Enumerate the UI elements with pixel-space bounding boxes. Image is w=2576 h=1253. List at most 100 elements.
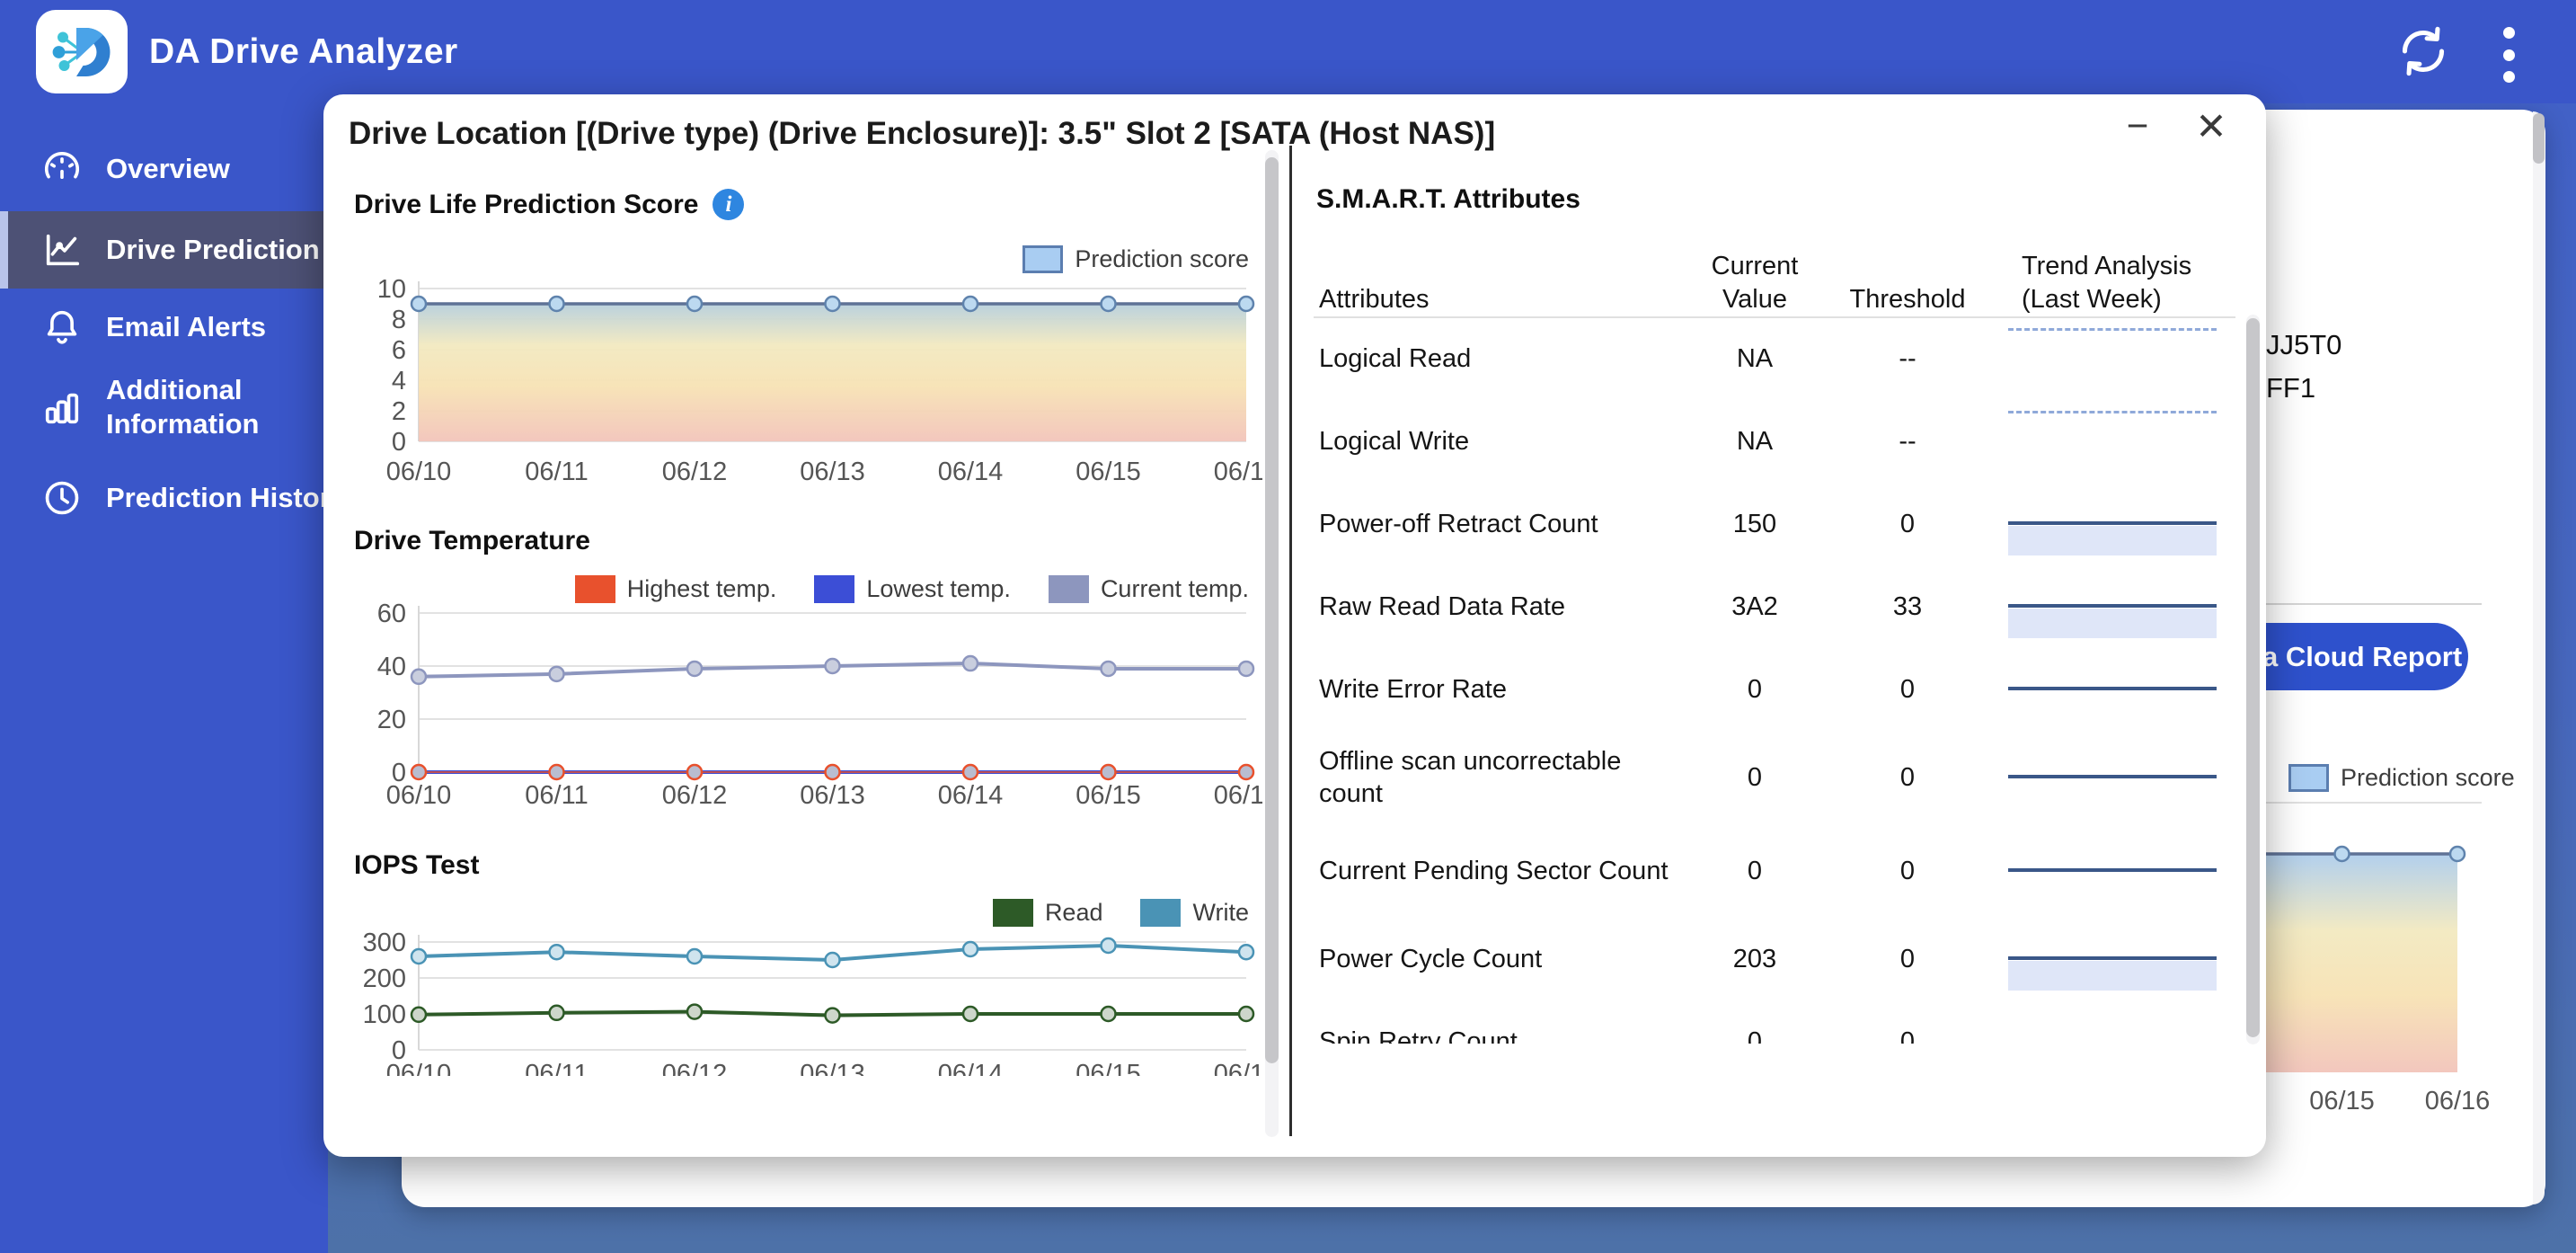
smart-attributes-panel: S.M.A.R.T. Attributes Attributes Current…	[1312, 94, 2264, 1157]
current-value: 0	[1683, 857, 1827, 886]
clock-icon	[41, 477, 83, 519]
trend-sparkline	[1988, 648, 2222, 731]
svg-text:06/14: 06/14	[938, 458, 1004, 485]
trend-sparkline	[1988, 731, 2222, 824]
threshold-value: 0	[1827, 675, 1988, 705]
attribute-name: Spin Retry Count	[1319, 1026, 1683, 1044]
sidebar-item-overview[interactable]: Overview	[0, 127, 328, 211]
svg-text:06/11: 06/11	[525, 1060, 588, 1076]
threshold-value: 0	[1827, 945, 1988, 974]
prediction-score-chart[interactable]: 024681006/1006/1106/1206/1306/1406/1506/…	[350, 270, 1262, 485]
trend-line-icon	[2008, 604, 2217, 608]
current-value: 0	[1683, 763, 1827, 793]
app-logo	[36, 10, 128, 93]
svg-text:06/16: 06/16	[1214, 1060, 1262, 1076]
svg-text:200: 200	[363, 964, 406, 993]
trend-sparkline	[1988, 317, 2222, 400]
threshold-value: 0	[1827, 510, 1988, 539]
trend-band	[2008, 961, 2217, 991]
svg-text:60: 60	[377, 600, 406, 628]
refresh-icon[interactable]	[2397, 25, 2449, 77]
sidebar-item-email-alerts[interactable]: Email Alerts	[0, 289, 328, 366]
trend-line-icon	[2008, 521, 2217, 525]
table-row: Write Error Rate00	[1319, 648, 2235, 731]
svg-text:2: 2	[392, 397, 406, 426]
charts-scrollbar-thumb[interactable]	[1265, 157, 1279, 1063]
svg-text:06/16: 06/16	[1214, 781, 1262, 809]
charts-scrollbar-track	[1265, 150, 1279, 1137]
mini-chart-legend: Prediction score	[2288, 764, 2510, 792]
threshold-value: --	[1827, 427, 1988, 457]
sidebar-item-additional-information[interactable]: Additional Information	[0, 366, 328, 449]
svg-text:06/12: 06/12	[662, 458, 728, 485]
topbar: DA Drive Analyzer	[0, 0, 2576, 103]
table-row: Offline scan uncorrectable count00	[1319, 731, 2235, 824]
column-header-threshold: Threshold	[1827, 283, 1988, 316]
trend-line-icon	[2008, 687, 2217, 690]
svg-text:0: 0	[392, 428, 406, 457]
smart-scrollbar-thumb[interactable]	[2246, 318, 2260, 1037]
table-row: Power Cycle Count2030	[1319, 918, 2235, 1000]
attribute-name: Logical Write	[1319, 425, 1683, 458]
current-value: NA	[1683, 427, 1827, 457]
threshold-value: 0	[1827, 857, 1988, 886]
current-value: 203	[1683, 945, 1827, 974]
kebab-menu-icon[interactable]	[2491, 23, 2527, 86]
svg-text:06/16: 06/16	[1214, 458, 1262, 485]
legend-swatch-icon	[2288, 764, 2329, 792]
svg-text:4: 4	[392, 367, 406, 395]
table-row: Logical ReadNA--	[1319, 317, 2235, 400]
trend-sparkline	[1988, 1000, 2222, 1044]
drive-info: JJ5T0 FF1	[2266, 324, 2341, 410]
drive-info-line: FF1	[2266, 367, 2341, 410]
attribute-name: Write Error Rate	[1319, 673, 1683, 706]
sidebar-item-label: Prediction History	[106, 481, 346, 515]
column-header-current-value: Current Value	[1683, 250, 1827, 316]
trend-dashed-line-icon	[2008, 328, 2217, 331]
svg-text:06/14: 06/14	[938, 1060, 1004, 1076]
iops-chart[interactable]: 010020030006/1006/1106/1206/1306/1406/15…	[350, 921, 1262, 1076]
svg-text:06/12: 06/12	[662, 781, 728, 809]
trend-band	[2008, 526, 2217, 555]
table-row: Current Pending Sector Count00	[1319, 824, 2235, 918]
chart-title-text: Drive Temperature	[354, 526, 590, 556]
trend-line-icon	[2008, 868, 2217, 872]
svg-text:06/13: 06/13	[800, 781, 865, 809]
column-header-trend: Trend Analysis (Last Week)	[1988, 250, 2222, 316]
modal-column-divider	[1289, 146, 1292, 1136]
chart-title-iops: IOPS Test	[354, 850, 479, 881]
legend-item[interactable]: Prediction score	[2288, 764, 2515, 792]
attribute-name: Power-off Retract Count	[1319, 508, 1683, 540]
sidebar-item-prediction-history[interactable]: Prediction History	[0, 449, 328, 547]
threshold-value: 33	[1827, 592, 1988, 622]
svg-text:06/12: 06/12	[662, 1060, 728, 1076]
trend-sparkline	[1988, 400, 2222, 483]
svg-text:06/13: 06/13	[800, 1060, 865, 1076]
svg-text:06/15: 06/15	[1076, 1060, 1141, 1076]
smart-rows: Logical ReadNA--Logical WriteNA--Power-o…	[1319, 317, 2235, 1044]
sidebar-item-label: Overview	[106, 152, 230, 186]
chart-title-text: Drive Life Prediction Score	[354, 190, 698, 220]
smart-scrollbar-track	[2246, 315, 2260, 1044]
svg-text:06/11: 06/11	[525, 458, 588, 485]
info-icon[interactable]: i	[713, 189, 744, 220]
sidebar-item-drive-prediction[interactable]: Drive Prediction	[0, 211, 328, 289]
gauge-icon	[41, 148, 83, 190]
chart-title-text: IOPS Test	[354, 850, 479, 881]
column-header-attributes: Attributes	[1319, 283, 1683, 316]
svg-text:06/10: 06/10	[386, 1060, 452, 1076]
da-logo-icon	[49, 20, 114, 84]
temperature-chart[interactable]: 020406006/1006/1106/1206/1306/1406/1506/…	[350, 593, 1262, 809]
current-value: 3A2	[1683, 592, 1827, 622]
table-row: Power-off Retract Count1500	[1319, 483, 2235, 565]
app-title: DA Drive Analyzer	[149, 0, 458, 103]
panel-scrollbar-thumb[interactable]	[2533, 113, 2545, 164]
svg-text:06/13: 06/13	[800, 458, 865, 485]
svg-text:20: 20	[377, 706, 406, 734]
current-value: 150	[1683, 510, 1827, 539]
table-row: Logical WriteNA--	[1319, 400, 2235, 483]
sidebar-item-label: Additional Information	[106, 373, 328, 441]
svg-text:06/16: 06/16	[2425, 1087, 2491, 1115]
current-value: 0	[1683, 1027, 1827, 1044]
attribute-name: Logical Read	[1319, 342, 1683, 375]
